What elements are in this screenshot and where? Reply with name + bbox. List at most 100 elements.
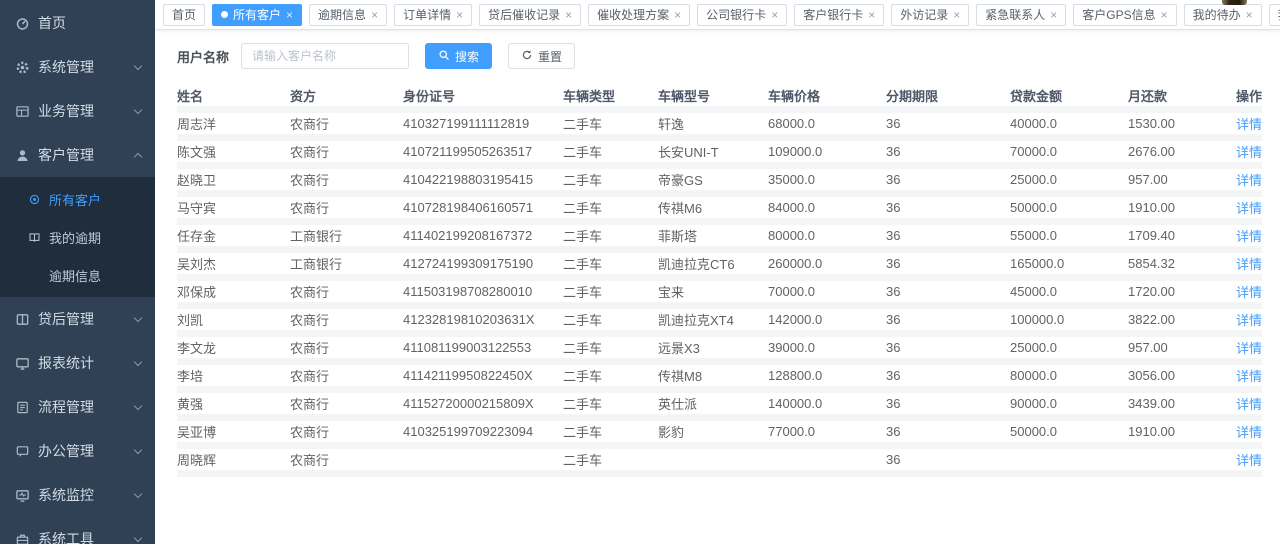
- cell-name: 周晓辉: [177, 450, 290, 469]
- tab-visit-records[interactable]: 外访记录×: [891, 4, 969, 26]
- cell-name: 周志洋: [177, 114, 290, 133]
- cell-funder: 农商行: [290, 366, 403, 385]
- close-icon[interactable]: ×: [953, 9, 960, 21]
- detail-link[interactable]: 详情: [1236, 425, 1262, 440]
- sidebar-item-office-mgmt[interactable]: 办公管理: [0, 429, 155, 473]
- search-form: 用户名称 搜索 重置: [177, 43, 1262, 69]
- detail-link[interactable]: 详情: [1236, 257, 1262, 272]
- sidebar-item-system-monitor[interactable]: 系统监控: [0, 473, 155, 517]
- tab-emergency-contacts[interactable]: 紧急联系人×: [976, 4, 1066, 26]
- detail-link[interactable]: 详情: [1236, 201, 1262, 216]
- tab-collection-records[interactable]: 贷后催收记录×: [479, 4, 581, 26]
- cell-loan-amount: 100000.0: [1010, 312, 1128, 327]
- detail-link[interactable]: 详情: [1236, 313, 1262, 328]
- detail-link[interactable]: 详情: [1236, 145, 1262, 160]
- chevron-down-icon: [134, 105, 142, 113]
- office-icon: [14, 443, 30, 459]
- detail-link[interactable]: 详情: [1236, 285, 1262, 300]
- tab-company-bank-card[interactable]: 公司银行卡 ×: [697, 4, 787, 26]
- cell-vehicle-type: 二手车: [563, 170, 658, 189]
- detail-link[interactable]: 详情: [1236, 229, 1262, 244]
- cell-id-number: 411402199208167372: [403, 228, 563, 243]
- detail-link[interactable]: 详情: [1236, 117, 1262, 132]
- close-icon[interactable]: ×: [674, 9, 681, 21]
- tab-all-customers[interactable]: 所有客户×: [212, 4, 302, 26]
- cell-name: 吴刘杰: [177, 254, 290, 273]
- search-button[interactable]: 搜索: [425, 43, 492, 69]
- search-button-label: 搜索: [455, 48, 479, 65]
- close-icon[interactable]: ×: [1246, 9, 1253, 21]
- tab-home[interactable]: 首页: [163, 4, 205, 26]
- sidebar-item-report-stats[interactable]: 报表统计: [0, 341, 155, 385]
- cell-term: 36: [886, 368, 1010, 383]
- cell-vehicle-type: 二手车: [563, 422, 658, 441]
- tab-order-detail[interactable]: 订单详情×: [394, 4, 472, 26]
- detail-link[interactable]: 详情: [1236, 397, 1262, 412]
- column-header-monthly-payment: 月还款: [1128, 86, 1232, 105]
- tab-my-process[interactable]: 我的流程×: [1269, 4, 1280, 26]
- sidebar-item-all-customers[interactable]: 所有客户: [0, 180, 155, 218]
- sidebar-item-label: 我的逾期: [49, 228, 101, 247]
- detail-link[interactable]: 详情: [1236, 369, 1262, 384]
- close-icon[interactable]: ×: [456, 9, 463, 21]
- cell-action: 详情: [1232, 422, 1262, 441]
- close-icon[interactable]: ×: [1161, 9, 1168, 21]
- column-header-vehicle-price: 车辆价格: [768, 86, 886, 105]
- tab-label: 公司银行卡: [706, 6, 766, 23]
- column-header-funder: 资方: [290, 86, 403, 105]
- avatar-partial: [1222, 0, 1247, 5]
- cell-vehicle-type: 二手车: [563, 338, 658, 357]
- cell-vehicle-price: 140000.0: [768, 396, 886, 411]
- close-icon[interactable]: ×: [1050, 9, 1057, 21]
- reset-button[interactable]: 重置: [508, 43, 575, 69]
- sidebar-item-system-mgmt[interactable]: 系统管理: [0, 45, 155, 89]
- sidebar-item-my-overdue[interactable]: 我的逾期: [0, 218, 155, 256]
- cell-name: 马守宾: [177, 198, 290, 217]
- cell-funder: 农商行: [290, 282, 403, 301]
- close-icon[interactable]: ×: [565, 9, 572, 21]
- tab-collection-plan[interactable]: 催收处理方案×: [588, 4, 690, 26]
- cell-loan-amount: 50000.0: [1010, 424, 1128, 439]
- detail-link[interactable]: 详情: [1236, 341, 1262, 356]
- cell-funder: 农商行: [290, 450, 403, 469]
- cell-term: 36: [886, 228, 1010, 243]
- sidebar-item-system-tools[interactable]: 系统工具: [0, 517, 155, 544]
- close-icon[interactable]: ×: [371, 9, 378, 21]
- tab-customer-bank-card[interactable]: 客户银行卡×: [794, 4, 884, 26]
- cell-term: 36: [886, 284, 1010, 299]
- detail-link[interactable]: 详情: [1236, 173, 1262, 188]
- cell-monthly-payment: 3439.00: [1128, 396, 1232, 411]
- sidebar-item-label: 系统工具: [38, 529, 135, 544]
- cell-action: 详情: [1232, 226, 1262, 245]
- close-icon[interactable]: ×: [868, 9, 875, 21]
- cell-action: 详情: [1232, 338, 1262, 357]
- dashboard-icon: [14, 15, 30, 31]
- close-icon[interactable]: ×: [771, 9, 778, 21]
- cell-id-number: 411503198708280010: [403, 284, 563, 299]
- sidebar-item-post-loan-mgmt[interactable]: 贷后管理: [0, 297, 155, 341]
- cell-vehicle-model: 长安UNI-T: [658, 142, 768, 161]
- tab-label: 首页: [172, 6, 196, 23]
- sidebar-item-process-mgmt[interactable]: 流程管理: [0, 385, 155, 429]
- cell-action: 详情: [1232, 170, 1262, 189]
- sidebar-item-customer-mgmt[interactable]: 客户管理: [0, 133, 155, 177]
- tab-customer-gps[interactable]: 客户GPS信息×: [1073, 4, 1176, 26]
- tab-overdue-info[interactable]: 逾期信息×: [309, 4, 387, 26]
- ring-icon: [28, 193, 41, 206]
- sidebar-item-home[interactable]: 首页: [0, 1, 155, 45]
- sidebar-item-label: 报表统计: [38, 353, 135, 373]
- refresh-icon: [521, 49, 533, 64]
- sidebar-item-overdue-info[interactable]: 逾期信息: [0, 256, 155, 294]
- customer-name-input[interactable]: [241, 43, 409, 69]
- cell-vehicle-model: 帝豪GS: [658, 170, 768, 189]
- cell-vehicle-type: 二手车: [563, 198, 658, 217]
- cell-name: 陈文强: [177, 142, 290, 161]
- tab-my-todo[interactable]: 我的待办×: [1184, 4, 1262, 26]
- sidebar-item-business-mgmt[interactable]: 业务管理: [0, 89, 155, 133]
- cell-vehicle-price: 68000.0: [768, 116, 886, 131]
- cell-monthly-payment: 2676.00: [1128, 144, 1232, 159]
- cell-funder: 农商行: [290, 394, 403, 413]
- close-icon[interactable]: ×: [286, 9, 293, 21]
- detail-link[interactable]: 详情: [1236, 453, 1262, 468]
- cell-term: 36: [886, 144, 1010, 159]
